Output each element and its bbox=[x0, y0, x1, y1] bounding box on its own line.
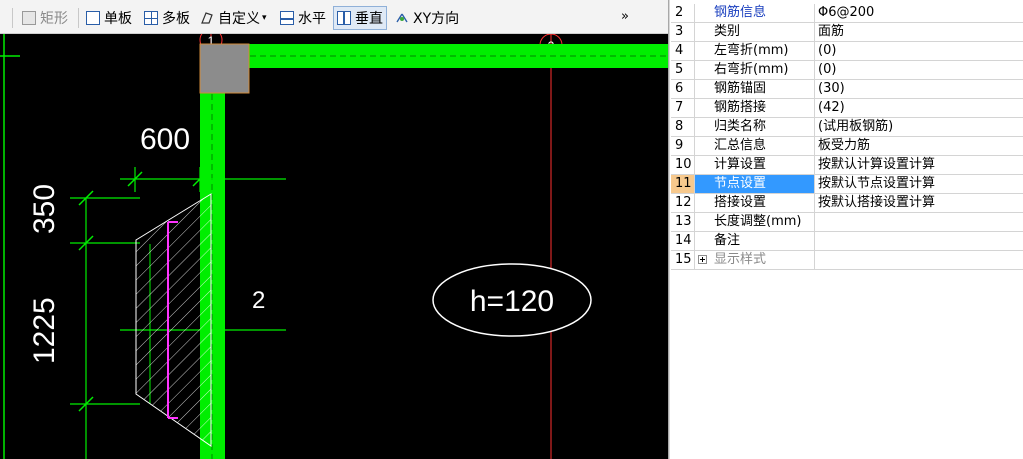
property-value[interactable] bbox=[815, 232, 1023, 250]
property-row-anchorage[interactable]: 6 钢筋锚固 (30) bbox=[671, 80, 1023, 99]
property-value[interactable]: (试用板钢筋) bbox=[815, 118, 1023, 136]
horizontal-button[interactable]: 水平 bbox=[280, 6, 326, 30]
dimension-1225: 1225 bbox=[28, 297, 61, 364]
vertical-label: 垂直 bbox=[355, 11, 383, 27]
overflow-icon: » bbox=[621, 8, 629, 24]
rectangle-label: 矩形 bbox=[40, 11, 68, 27]
property-name: 汇总信息 bbox=[695, 137, 815, 155]
row-number: 12 bbox=[671, 194, 695, 212]
row-number: 10 bbox=[671, 156, 695, 174]
property-row-remarks[interactable]: 14 备注 bbox=[671, 232, 1023, 251]
drawing-canvas[interactable]: 1 2 G bbox=[0, 34, 668, 459]
property-name: 长度调整(mm) bbox=[695, 213, 815, 231]
property-name: 备注 bbox=[695, 232, 815, 250]
property-value[interactable]: 板受力筋 bbox=[815, 137, 1023, 155]
property-row-length-adjust[interactable]: 13 长度调整(mm) bbox=[671, 213, 1023, 232]
property-value[interactable]: 按默认计算设置计算 bbox=[815, 156, 1023, 174]
toolbar-separator bbox=[78, 8, 79, 28]
property-name: 钢筋搭接 bbox=[695, 99, 815, 117]
property-row-display-style[interactable]: 15 显示样式 bbox=[671, 251, 1023, 270]
rebar-area-hatch[interactable] bbox=[135, 193, 212, 447]
row-number: 5 bbox=[671, 61, 695, 79]
vertical-icon bbox=[337, 11, 351, 25]
row-number: 11 bbox=[671, 175, 695, 193]
property-name: 左弯折(mm) bbox=[695, 42, 815, 60]
row-number: 7 bbox=[671, 99, 695, 117]
dimension-600: 600 bbox=[140, 123, 190, 156]
drawing-toolbar: 矩形 单板 多板 自定义 ▾ 水平 垂直 XY方向 » bbox=[0, 0, 668, 34]
row-number: 6 bbox=[671, 80, 695, 98]
row-number: 13 bbox=[671, 213, 695, 231]
single-slab-label: 单板 bbox=[104, 11, 132, 27]
single-slab-button[interactable]: 单板 bbox=[86, 6, 132, 30]
single-slab-icon bbox=[86, 11, 100, 25]
property-row-lap[interactable]: 7 钢筋搭接 (42) bbox=[671, 99, 1023, 118]
property-name: 搭接设置 bbox=[695, 194, 815, 212]
row-number: 14 bbox=[671, 232, 695, 250]
horizontal-icon bbox=[280, 11, 294, 25]
property-name: 钢筋锚固 bbox=[695, 80, 815, 98]
property-row-summary[interactable]: 9 汇总信息 板受力筋 bbox=[671, 137, 1023, 156]
property-name: 节点设置 bbox=[695, 175, 815, 193]
property-value[interactable]: 面筋 bbox=[815, 23, 1023, 41]
property-value[interactable]: 按默认搭接设置计算 bbox=[815, 194, 1023, 212]
property-value[interactable]: (0) bbox=[815, 61, 1023, 79]
xy-direction-label: XY方向 bbox=[413, 11, 460, 27]
expand-plus-icon[interactable] bbox=[698, 255, 707, 264]
toolbar-separator bbox=[12, 8, 13, 28]
slab-thickness-label: h=120 bbox=[470, 285, 554, 318]
property-row-lap-settings[interactable]: 12 搭接设置 按默认搭接设置计算 bbox=[671, 194, 1023, 213]
rebar-number-label: 2 bbox=[252, 287, 265, 314]
property-name: 钢筋信息 bbox=[695, 4, 815, 22]
rectangle-button[interactable]: 矩形 bbox=[22, 6, 68, 30]
row-number: 3 bbox=[671, 23, 695, 41]
row-number: 4 bbox=[671, 42, 695, 60]
multi-slab-icon bbox=[144, 11, 158, 25]
property-row-calc-settings[interactable]: 10 计算设置 按默认计算设置计算 bbox=[671, 156, 1023, 175]
property-row-left-bend[interactable]: 4 左弯折(mm) (0) bbox=[671, 42, 1023, 61]
property-value[interactable]: (0) bbox=[815, 42, 1023, 60]
multi-slab-button[interactable]: 多板 bbox=[144, 6, 190, 30]
property-value[interactable]: (42) bbox=[815, 99, 1023, 117]
multi-slab-label: 多板 bbox=[162, 11, 190, 27]
property-name: 右弯折(mm) bbox=[695, 61, 815, 79]
property-value[interactable] bbox=[815, 251, 1023, 269]
horizontal-label: 水平 bbox=[298, 11, 326, 27]
property-grid: 2 钢筋信息 Φ6@200 3 类别 面筋 4 左弯折(mm) (0) 5 右弯… bbox=[671, 0, 1023, 459]
xy-direction-button[interactable]: XY方向 bbox=[395, 6, 459, 30]
row-number: 15 bbox=[671, 251, 695, 269]
toolbar-overflow-button[interactable]: » bbox=[621, 4, 629, 28]
dimension-350: 350 bbox=[28, 184, 61, 234]
property-row-rebar-info[interactable]: 2 钢筋信息 Φ6@200 bbox=[671, 4, 1023, 23]
row-number: 8 bbox=[671, 118, 695, 136]
property-name: 类别 bbox=[695, 23, 815, 41]
custom-shape-button[interactable]: 自定义 ▾ bbox=[200, 6, 267, 30]
column[interactable] bbox=[199, 43, 250, 94]
property-name: 计算设置 bbox=[695, 156, 815, 174]
property-value[interactable]: Φ6@200 bbox=[815, 4, 1023, 22]
property-name: 显示样式 bbox=[714, 252, 767, 267]
property-row-node-settings[interactable]: 11 节点设置 按默认节点设置计算 bbox=[671, 175, 1023, 194]
property-name: 归类名称 bbox=[695, 118, 815, 136]
custom-shape-label: 自定义 bbox=[218, 11, 260, 27]
rectangle-icon bbox=[22, 11, 36, 25]
row-number: 2 bbox=[671, 4, 695, 22]
property-value[interactable]: (30) bbox=[815, 80, 1023, 98]
property-row-category[interactable]: 3 类别 面筋 bbox=[671, 23, 1023, 42]
property-name-cell: 显示样式 bbox=[695, 251, 815, 269]
property-row-category-name[interactable]: 8 归类名称 (试用板钢筋) bbox=[671, 118, 1023, 137]
xy-direction-icon bbox=[395, 11, 409, 25]
property-value[interactable]: 按默认节点设置计算 bbox=[815, 175, 1023, 193]
property-value[interactable] bbox=[815, 213, 1023, 231]
property-row-right-bend[interactable]: 5 右弯折(mm) (0) bbox=[671, 61, 1023, 80]
row-number: 9 bbox=[671, 137, 695, 155]
vertical-button[interactable]: 垂直 bbox=[333, 6, 387, 30]
custom-shape-icon bbox=[200, 11, 214, 25]
dropdown-arrow-icon: ▾ bbox=[262, 13, 267, 23]
